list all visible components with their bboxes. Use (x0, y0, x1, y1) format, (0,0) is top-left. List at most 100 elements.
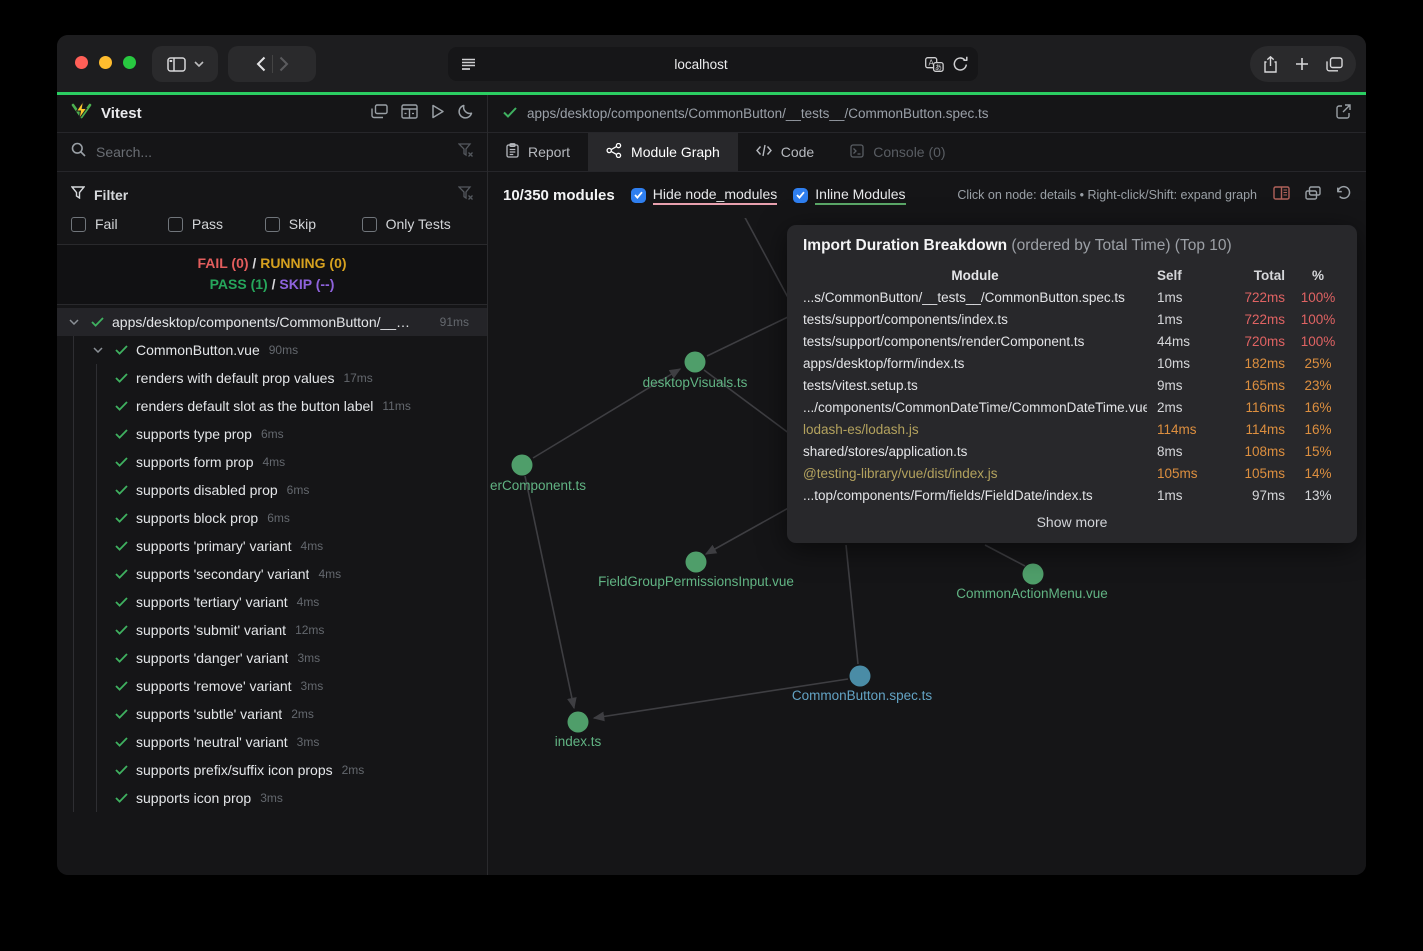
test-row[interactable]: supports 'remove' variant3ms (57, 672, 487, 700)
total-time: 722ms (1223, 312, 1285, 327)
test-name: supports block prop (136, 510, 258, 526)
reader-icon[interactable] (460, 57, 477, 71)
filter-pass[interactable]: Pass (168, 216, 265, 232)
pass-check-icon (115, 625, 128, 635)
translate-icon[interactable]: Aあ (925, 57, 944, 72)
run-all-icon[interactable] (431, 104, 445, 124)
test-name: supports 'remove' variant (136, 678, 292, 694)
tab-code[interactable]: Code (738, 133, 832, 171)
pass-check-icon (115, 513, 128, 523)
test-duration: 4ms (301, 539, 324, 553)
chevron-down-icon[interactable] (93, 347, 107, 353)
checked-checkbox-icon[interactable] (793, 188, 808, 203)
pass-check-icon (115, 401, 128, 411)
breakdown-row[interactable]: tests/support/components/renderComponent… (803, 330, 1341, 352)
inline-modules-checkbox[interactable]: Inline Modules (793, 186, 905, 205)
test-duration: 6ms (267, 511, 290, 525)
filter-skip[interactable]: Skip (265, 216, 362, 232)
test-row[interactable]: supports icon prop3ms (57, 784, 487, 812)
graph-node-label: FieldGroupPermissionsInput.vue (598, 574, 794, 589)
reset-graph-icon[interactable] (1336, 185, 1351, 205)
duplicate-window-icon[interactable] (1305, 186, 1321, 205)
checkbox-icon[interactable] (71, 217, 86, 232)
sidebar-toggle-button[interactable] (152, 46, 218, 82)
test-row[interactable]: supports 'tertiary' variant4ms (57, 588, 487, 616)
test-row[interactable]: renders with default prop values17ms (57, 364, 487, 392)
dark-mode-icon[interactable] (458, 104, 473, 124)
test-row[interactable]: apps/desktop/components/CommonButton/__…… (57, 308, 487, 336)
test-tree-rows: apps/desktop/components/CommonButton/__…… (57, 308, 487, 812)
graph-node-label: CommonActionMenu.vue (956, 586, 1108, 601)
test-row[interactable]: supports block prop 6ms (57, 504, 487, 532)
total-time: 97ms (1223, 488, 1285, 503)
test-row[interactable]: supports 'danger' variant3ms (57, 644, 487, 672)
url-text[interactable]: localhost (477, 57, 925, 72)
test-row[interactable]: supports 'neutral' variant3ms (57, 728, 487, 756)
total-time: 165ms (1223, 378, 1285, 393)
test-name: supports 'submit' variant (136, 622, 286, 638)
search-bar[interactable]: Search... (57, 133, 487, 172)
test-name: supports 'subtle' variant (136, 706, 282, 722)
test-row[interactable]: supports 'secondary' variant4ms (57, 560, 487, 588)
breakdown-row[interactable]: @testing-library/vue/dist/index.js105ms1… (803, 462, 1341, 484)
test-row[interactable]: supports 'submit' variant12ms (57, 616, 487, 644)
tab-report[interactable]: Report (488, 133, 588, 171)
breakdown-row[interactable]: shared/stores/application.ts8ms108ms15% (803, 440, 1341, 462)
back-button[interactable] (256, 56, 266, 72)
reload-icon[interactable] (953, 56, 968, 72)
filter-label: Filter (94, 187, 458, 203)
open-in-editor-icon[interactable] (1336, 104, 1351, 124)
breakdown-row[interactable]: tests/vitest.setup.ts9ms165ms23% (803, 374, 1341, 396)
test-name: renders default slot as the button label (136, 398, 373, 414)
legend-icon[interactable] (1273, 186, 1290, 205)
test-name: supports form prop (136, 454, 254, 470)
close-window-button[interactable] (75, 56, 88, 69)
filter-fail[interactable]: Fail (71, 216, 168, 232)
address-bar[interactable]: localhost Aあ (448, 47, 978, 81)
module-graph-view[interactable]: 10/350 modules Hide node_modules Inline … (488, 172, 1366, 875)
share-icon[interactable] (1263, 56, 1278, 73)
test-row[interactable]: renders default slot as the button label… (57, 392, 487, 420)
dashboard-icon[interactable] (401, 104, 418, 124)
svg-text:あ: あ (935, 63, 942, 71)
self-time: 44ms (1157, 334, 1213, 349)
test-duration: 3ms (297, 651, 320, 665)
hide-node-modules-checkbox[interactable]: Hide node_modules (631, 186, 778, 205)
filter-only-tests[interactable]: Only Tests (362, 216, 473, 232)
breakdown-row[interactable]: tests/support/components/index.ts1ms722m… (803, 308, 1341, 330)
breakdown-row[interactable]: lodash-es/lodash.js114ms114ms16% (803, 418, 1341, 440)
total-percent: 25% (1295, 356, 1341, 371)
breakdown-row[interactable]: ...s/CommonButton/__tests__/CommonButton… (803, 286, 1341, 308)
clear-filter-icon[interactable] (458, 186, 473, 205)
graph-node (512, 455, 533, 476)
new-tab-icon[interactable] (1295, 57, 1309, 71)
test-row[interactable]: supports disabled prop6ms (57, 476, 487, 504)
test-row[interactable]: supports 'primary' variant4ms (57, 532, 487, 560)
test-row[interactable]: CommonButton.vue90ms (57, 336, 487, 364)
filter-checkboxes: Fail Pass Skip Only Tests (57, 210, 487, 244)
checked-checkbox-icon[interactable] (631, 188, 646, 203)
breakdown-row[interactable]: ...top/components/Form/fields/FieldDate/… (803, 484, 1341, 506)
collapse-panels-icon[interactable] (371, 104, 388, 124)
tab-module-graph[interactable]: Module Graph (588, 133, 738, 171)
show-more-button[interactable]: Show more (803, 514, 1341, 530)
minimize-window-button[interactable] (99, 56, 112, 69)
checkbox-icon[interactable] (362, 217, 377, 232)
search-input[interactable]: Search... (96, 144, 458, 160)
module-name: tests/support/components/renderComponent… (803, 334, 1147, 349)
clear-filter-icon[interactable] (458, 143, 473, 162)
test-row[interactable]: supports prefix/suffix icon props2ms (57, 756, 487, 784)
checkbox-icon[interactable] (168, 217, 183, 232)
breakdown-row[interactable]: apps/desktop/form/index.ts10ms182ms25% (803, 352, 1341, 374)
tab-console[interactable]: Console (0) (832, 133, 963, 171)
breakdown-row[interactable]: .../components/CommonDateTime/CommonDate… (803, 396, 1341, 418)
zoom-window-button[interactable] (123, 56, 136, 69)
test-row[interactable]: supports 'subtle' variant2ms (57, 700, 487, 728)
chevron-down-icon[interactable] (69, 319, 83, 325)
forward-button[interactable] (279, 56, 289, 72)
checkbox-icon[interactable] (265, 217, 280, 232)
graph-hint: Click on node: details • Right-click/Shi… (957, 188, 1257, 202)
test-row[interactable]: supports form prop4ms (57, 448, 487, 476)
tab-overview-icon[interactable] (1326, 57, 1343, 72)
test-row[interactable]: supports type prop6ms (57, 420, 487, 448)
